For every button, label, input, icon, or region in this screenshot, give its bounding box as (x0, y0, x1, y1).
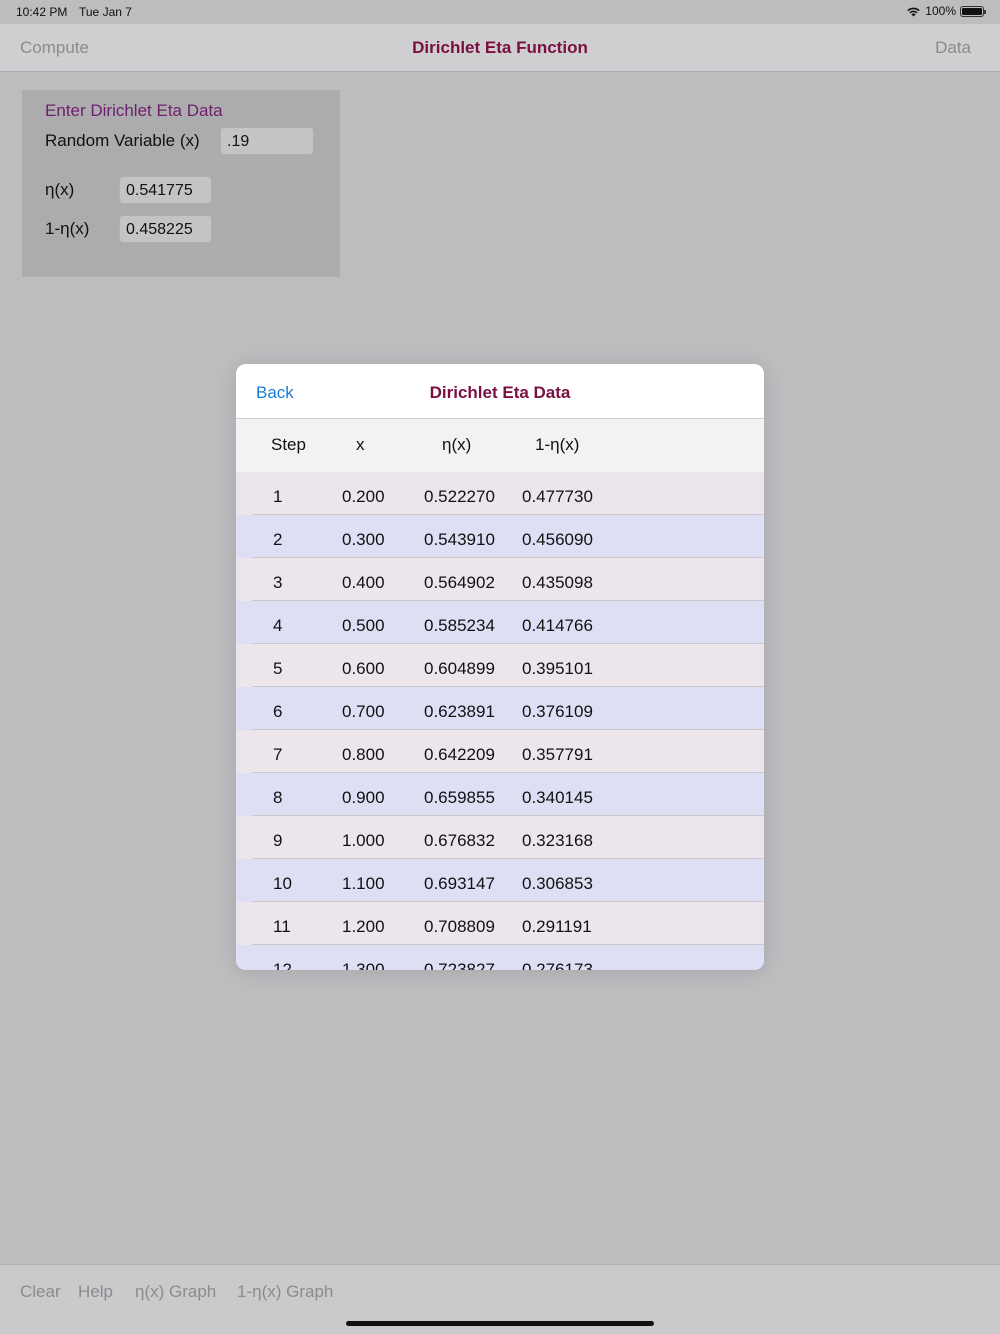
modal-title: Dirichlet Eta Data (429, 383, 571, 402)
table-row[interactable]: 1 0.200 0.522270 0.477730 (236, 472, 764, 515)
cell-eta: 0.564902 (424, 573, 495, 592)
input-panel: Enter Dirichlet Eta Data Random Variable… (22, 90, 340, 277)
cell-one-minus-eta: 0.323168 (522, 831, 593, 850)
cell-step: 7 (273, 745, 283, 764)
battery-icon (960, 5, 986, 17)
cell-x: 0.300 (342, 530, 385, 549)
cell-step: 10 (273, 874, 292, 893)
eta-output: 0.541775 (119, 176, 212, 204)
cell-eta: 0.693147 (424, 874, 495, 893)
cell-x: 1.200 (342, 917, 385, 936)
modal-header: Back Dirichlet Eta Data (236, 364, 764, 419)
status-bar: 10:42 PM Tue Jan 7 100% (0, 0, 1000, 24)
one-minus-eta-output: 0.458225 (119, 215, 212, 243)
x-label: Random Variable (x) (45, 131, 200, 150)
home-indicator (346, 1321, 654, 1326)
panel-title: Enter Dirichlet Eta Data (45, 101, 223, 120)
cell-x: 0.900 (342, 788, 385, 807)
table-row[interactable]: 10 1.100 0.693147 0.306853 (236, 859, 764, 902)
cell-eta: 0.708809 (424, 917, 495, 936)
cell-x: 0.600 (342, 659, 385, 678)
col-header-eta: η(x) (442, 435, 472, 454)
table-row[interactable]: 4 0.500 0.585234 0.414766 (236, 601, 764, 644)
cell-eta: 0.642209 (424, 745, 495, 764)
table-row[interactable]: 2 0.300 0.543910 0.456090 (236, 515, 764, 558)
cell-eta: 0.676832 (424, 831, 495, 850)
cell-step: 4 (273, 616, 283, 635)
cell-x: 0.400 (342, 573, 385, 592)
cell-step: 8 (273, 788, 283, 807)
cell-one-minus-eta: 0.477730 (522, 487, 593, 506)
cell-step: 2 (273, 530, 283, 549)
cell-x: 0.500 (342, 616, 385, 635)
col-header-step: Step (271, 435, 306, 454)
col-header-one-minus-eta: 1-η(x) (535, 435, 580, 454)
help-button[interactable]: Help (78, 1282, 113, 1302)
cell-eta: 0.723827 (424, 960, 495, 970)
clear-button[interactable]: Clear (20, 1282, 61, 1302)
data-modal: Back Dirichlet Eta Data Step x η(x) 1-η(… (236, 364, 764, 970)
cell-eta: 0.522270 (424, 487, 495, 506)
wifi-icon (907, 7, 920, 16)
one-minus-eta-label: 1-η(x) (45, 219, 90, 238)
table-row[interactable]: 6 0.700 0.623891 0.376109 (236, 687, 764, 730)
nav-bar: Compute Dirichlet Eta Function Data (0, 24, 1000, 72)
cell-step: 5 (273, 659, 283, 678)
table-body[interactable]: 1 0.200 0.522270 0.477730 2 0.300 0.543910 0.45… (236, 472, 764, 970)
page-title: Dirichlet Eta Function (412, 38, 588, 57)
cell-one-minus-eta: 0.306853 (522, 874, 593, 893)
one-minus-eta-graph-button[interactable]: 1-η(x) Graph (237, 1282, 333, 1302)
cell-x: 0.700 (342, 702, 385, 721)
battery-percent: 100% (925, 4, 956, 18)
cell-eta: 0.543910 (424, 530, 495, 549)
cell-one-minus-eta: 0.291191 (522, 917, 592, 936)
cell-one-minus-eta: 0.340145 (522, 788, 593, 807)
cell-one-minus-eta: 0.456090 (522, 530, 593, 549)
cell-step: 1 (273, 487, 283, 506)
eta-graph-button[interactable]: η(x) Graph (135, 1282, 216, 1302)
cell-step: 12 (273, 960, 292, 970)
cell-one-minus-eta: 0.414766 (522, 616, 593, 635)
cell-one-minus-eta: 0.276173 (522, 960, 593, 970)
cell-x: 0.800 (342, 745, 385, 764)
table-row[interactable]: 3 0.400 0.564902 0.435098 (236, 558, 764, 601)
cell-step: 11 (273, 917, 291, 936)
cell-one-minus-eta: 0.435098 (522, 573, 593, 592)
eta-label: η(x) (45, 180, 75, 199)
table-header: Step x η(x) 1-η(x) (236, 419, 764, 472)
table-row[interactable]: 12 1.300 0.723827 0.276173 (236, 945, 764, 970)
cell-step: 3 (273, 573, 283, 592)
cell-step: 9 (273, 831, 283, 850)
table-row[interactable]: 7 0.800 0.642209 0.357791 (236, 730, 764, 773)
cell-step: 6 (273, 702, 283, 721)
cell-one-minus-eta: 0.395101 (522, 659, 593, 678)
x-input[interactable]: .19 (220, 127, 314, 155)
cell-x: 0.200 (342, 487, 385, 506)
cell-eta: 0.604899 (424, 659, 495, 678)
cell-x: 1.100 (342, 874, 385, 893)
cell-eta: 0.659855 (424, 788, 495, 807)
col-header-x: x (356, 435, 365, 454)
cell-one-minus-eta: 0.376109 (522, 702, 593, 721)
status-time: 10:42 PM (16, 5, 68, 19)
cell-one-minus-eta: 0.357791 (522, 745, 593, 764)
cell-eta: 0.623891 (424, 702, 495, 721)
data-button[interactable]: Data (935, 38, 971, 58)
cell-x: 1.000 (342, 831, 385, 850)
cell-x: 1.300 (342, 960, 385, 970)
status-date: Tue Jan 7 (79, 5, 132, 19)
table-row[interactable]: 8 0.900 0.659855 0.340145 (236, 773, 764, 816)
table-row[interactable]: 5 0.600 0.604899 0.395101 (236, 644, 764, 687)
table-row[interactable]: 11 1.200 0.708809 0.291191 (236, 902, 764, 945)
status-right: 100% (906, 4, 986, 18)
cell-eta: 0.585234 (424, 616, 495, 635)
table-row[interactable]: 9 1.000 0.676832 0.323168 (236, 816, 764, 859)
